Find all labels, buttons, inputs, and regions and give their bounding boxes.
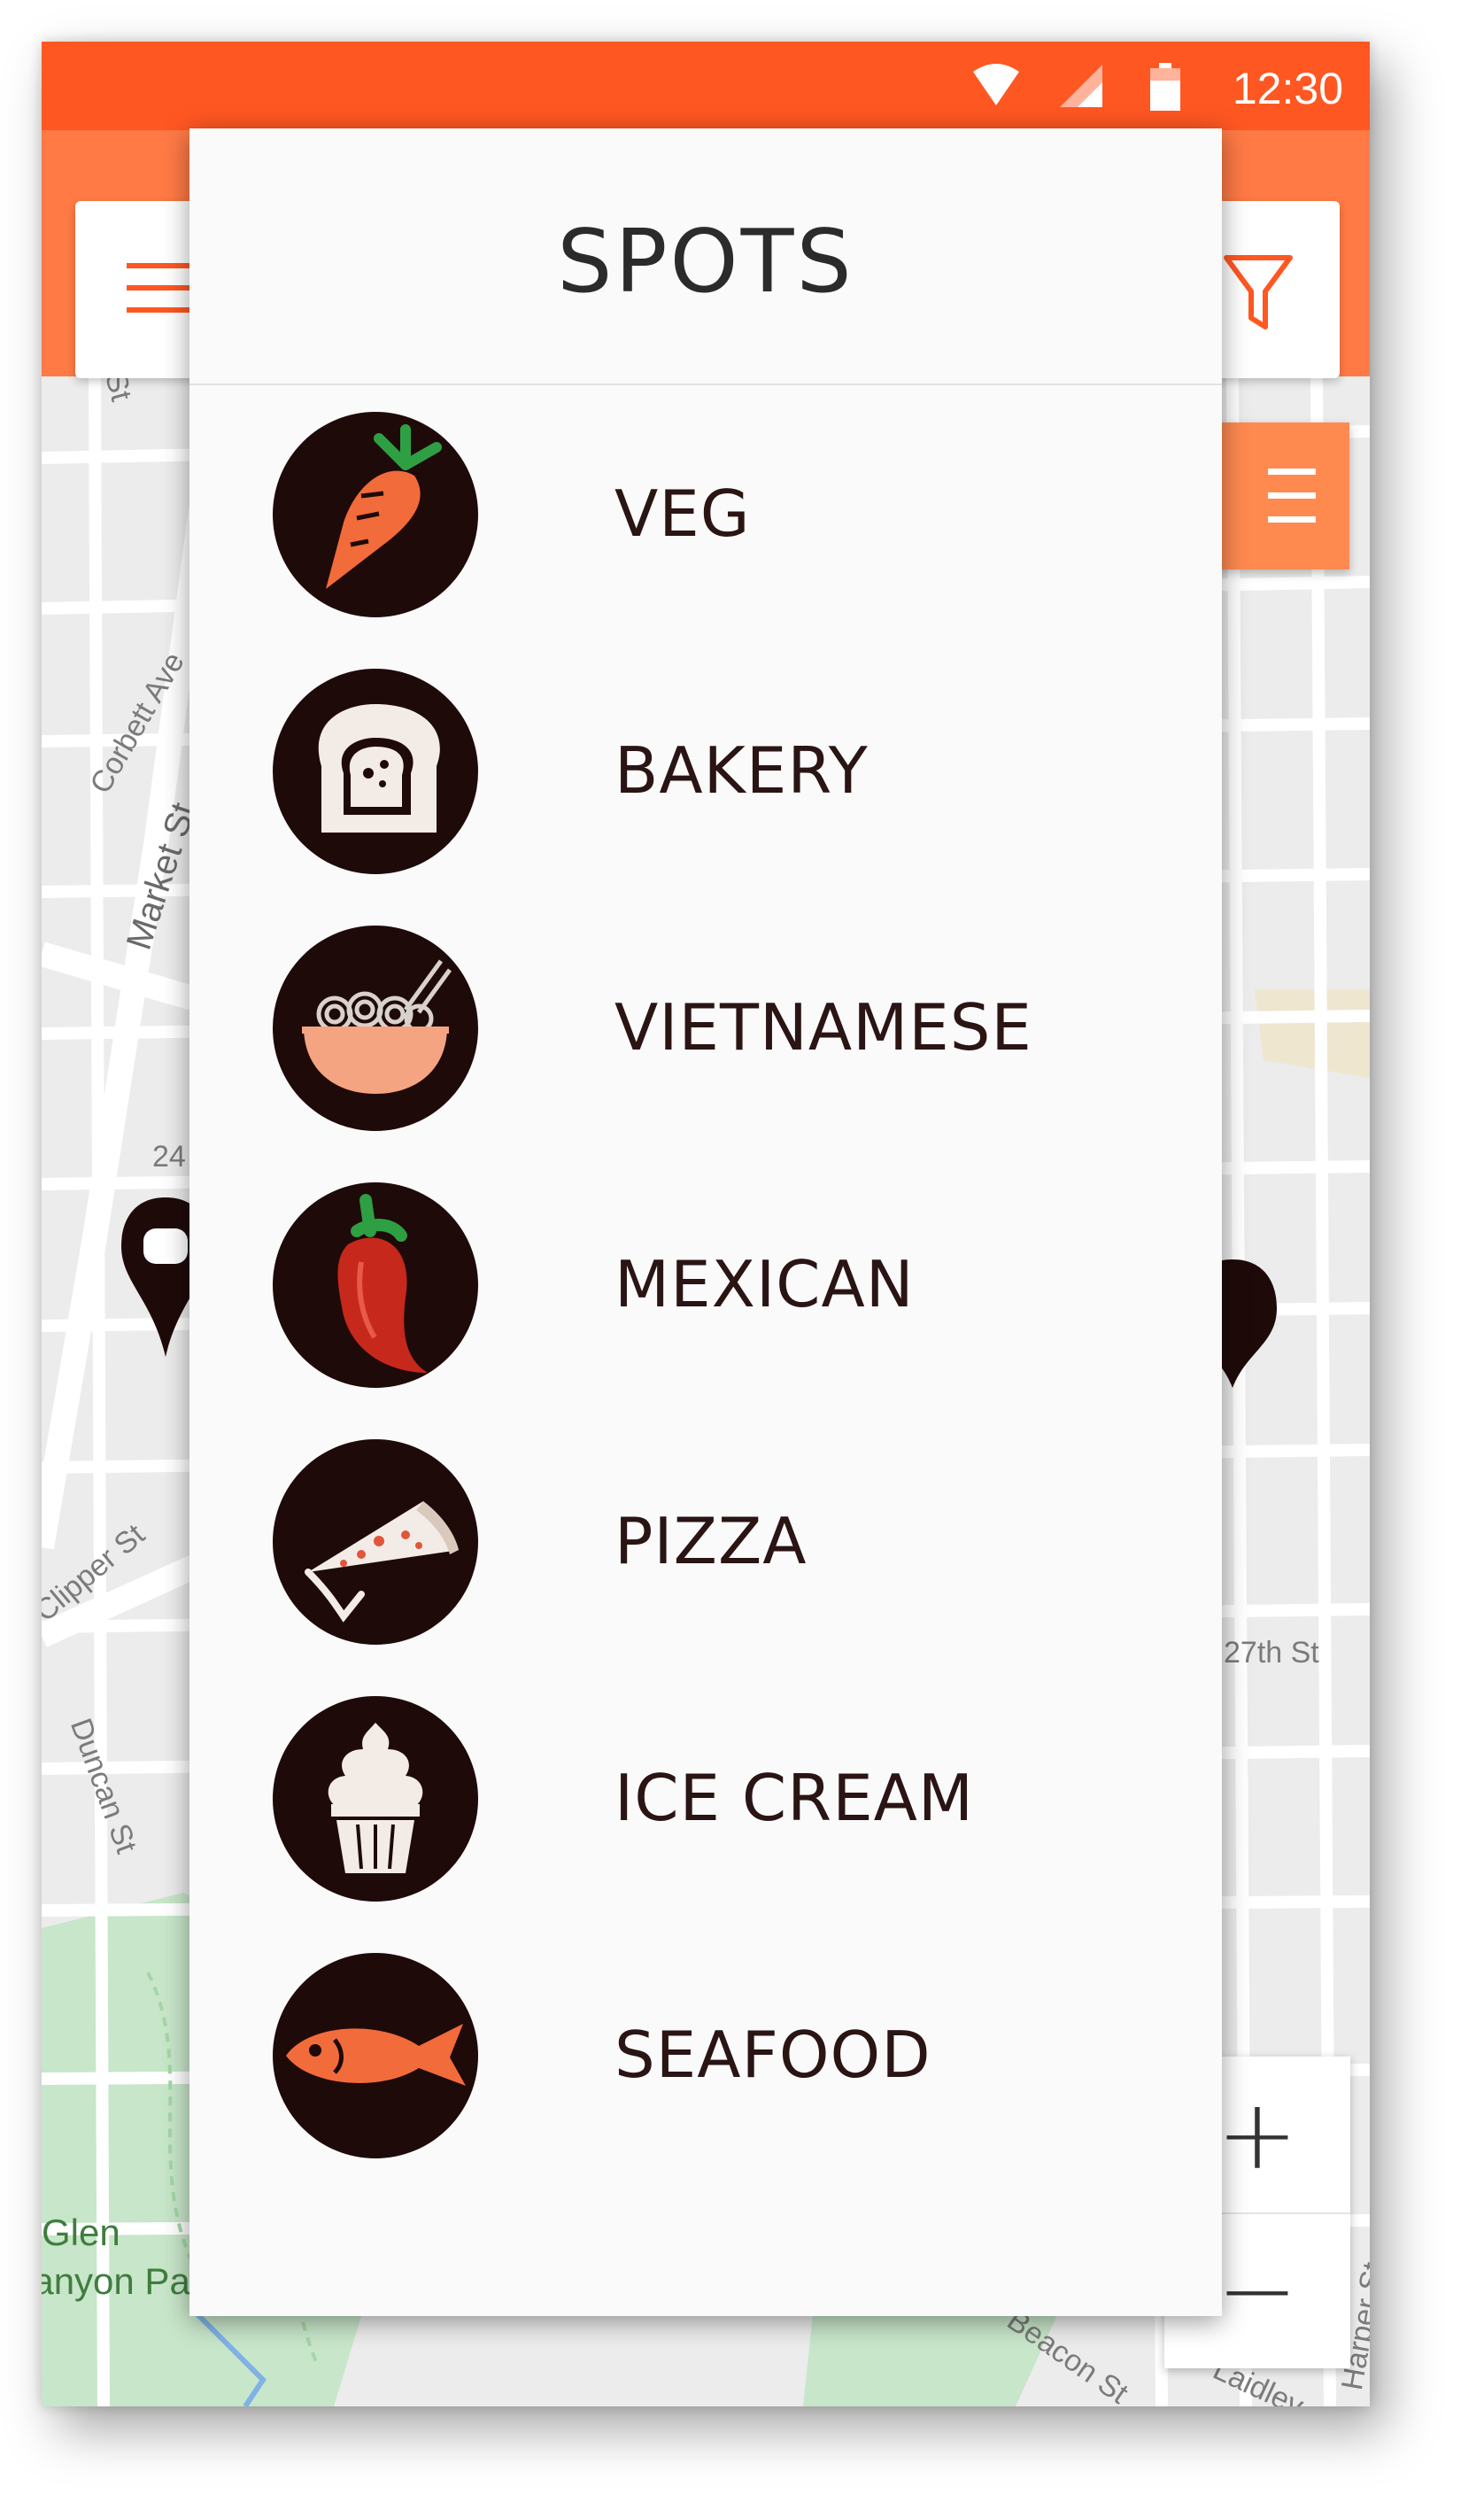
carrot-icon (273, 412, 478, 617)
spots-drawer: SPOTS VEG BAKERY VIETNAMESE MEXICAN PIZZ… (189, 128, 1222, 2316)
noodle-bowl-icon (273, 926, 478, 1131)
status-time: 12:30 (1232, 64, 1343, 113)
list-view-button[interactable] (1215, 422, 1349, 569)
spot-label: VIETNAMESE (614, 990, 1032, 1065)
spot-item-vietnamese[interactable]: VIETNAMESE (189, 899, 1222, 1156)
battery-icon (1150, 63, 1180, 111)
spot-item-mexican[interactable]: MEXICAN (189, 1156, 1222, 1413)
spot-item-veg[interactable]: VEG (189, 385, 1222, 642)
status-bar: 12:30 (42, 42, 1370, 130)
wifi-icon (973, 64, 1019, 105)
spot-item-ice-cream[interactable]: ICE CREAM (189, 1670, 1222, 1926)
spot-label: VEG (614, 476, 751, 551)
spot-label: BAKERY (614, 733, 869, 808)
map-label-24: 24 (152, 1140, 186, 1174)
drawer-header: SPOTS (189, 128, 1222, 385)
spot-label: MEXICAN (614, 1247, 915, 1321)
drawer-title: SPOTS (557, 212, 854, 313)
ice-cream-icon (273, 1696, 478, 1902)
signal-icon (1060, 65, 1102, 107)
app-screen: St Corbett Ave Market St 24 Clipper St D… (42, 42, 1370, 2406)
chili-pepper-icon (273, 1182, 478, 1388)
spot-item-pizza[interactable]: PIZZA (189, 1413, 1222, 1670)
hamburger-menu-icon[interactable] (127, 256, 190, 320)
spot-label: PIZZA (614, 1504, 808, 1578)
map-label-glen: Glen (42, 2212, 120, 2253)
fish-icon (273, 1953, 478, 2158)
spot-label: ICE CREAM (614, 1761, 975, 1835)
map-label-27th-st: 27th St (1224, 1636, 1319, 1670)
spot-item-seafood[interactable]: SEAFOOD (189, 1926, 1222, 2183)
bread-icon (273, 669, 478, 874)
pizza-slice-icon (273, 1439, 478, 1645)
filter-icon[interactable] (1223, 252, 1294, 332)
spot-item-bakery[interactable]: BAKERY (189, 642, 1222, 899)
spot-label: SEAFOOD (614, 2018, 931, 2092)
list-icon (1268, 469, 1316, 523)
